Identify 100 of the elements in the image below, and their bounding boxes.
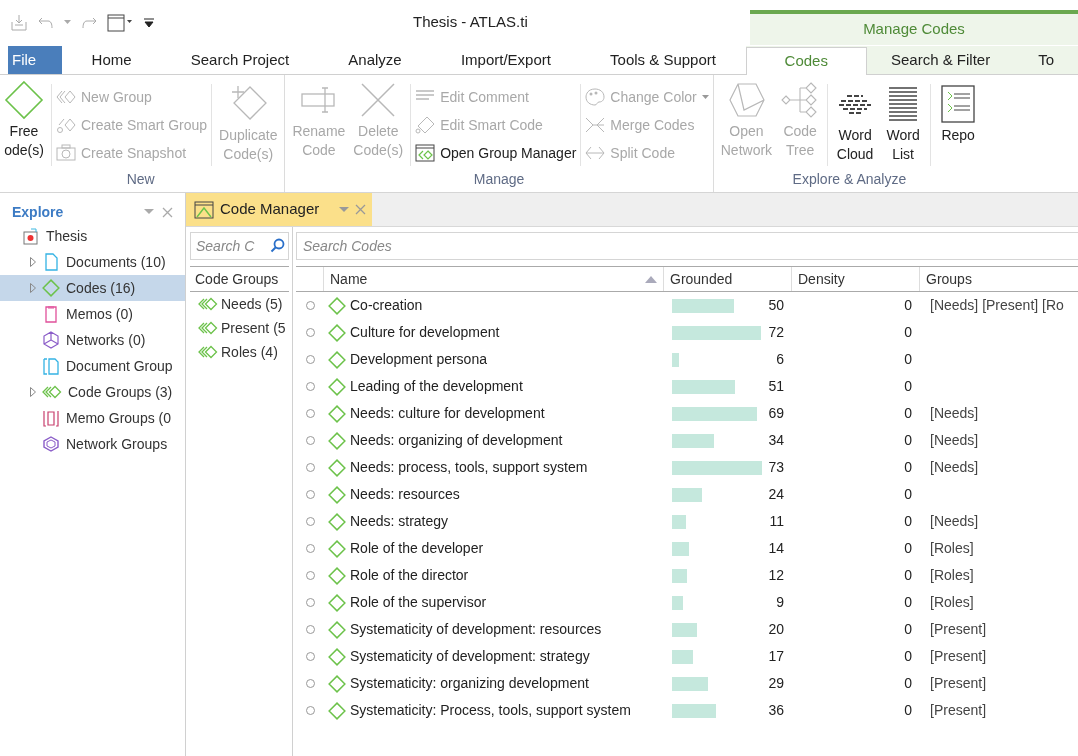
table-cell: [Roles]: [930, 567, 974, 583]
ribbon-tab[interactable]: To: [1014, 46, 1078, 74]
radio-button[interactable]: [305, 409, 315, 418]
table-cell-text: 20: [768, 620, 784, 639]
radio-button[interactable]: [305, 706, 315, 715]
table-cell-text: 73: [768, 458, 784, 477]
ribbon-button[interactable]: Word Cloud: [832, 84, 879, 166]
close-icon[interactable]: [162, 206, 173, 218]
radio-button[interactable]: [305, 436, 315, 445]
search-field[interactable]: Search C: [190, 232, 289, 260]
caret-icon[interactable]: [144, 209, 154, 215]
table-row[interactable]: Systematicity of development: resources 20 0 [Present]: [296, 616, 1078, 643]
column-header[interactable]: Density: [792, 267, 920, 291]
radio-button[interactable]: [305, 517, 315, 526]
tree-item[interactable]: Memos (0): [0, 301, 185, 327]
table-cell-text: Culture for development: [350, 323, 500, 342]
radio-button[interactable]: [305, 490, 315, 499]
radio-button[interactable]: [305, 679, 315, 688]
table-row[interactable]: Systematicity of development: strategy 17 0 [Present]: [296, 643, 1078, 670]
code-icon: [42, 279, 60, 297]
ribbon-tab[interactable]: Tools & Support: [586, 46, 740, 74]
close-icon[interactable]: [355, 204, 366, 215]
tree-item[interactable]: Codes (16): [0, 275, 185, 301]
code-group-item[interactable]: Present (5: [190, 316, 289, 340]
ribbon-tab[interactable]: File: [8, 46, 62, 74]
tree-item[interactable]: Network Groups: [0, 431, 185, 457]
table-row[interactable]: Systematicity: organizing development 29 0 [Present]: [296, 670, 1078, 697]
radio-button[interactable]: [305, 652, 315, 661]
table-row[interactable]: Development persona 6 0: [296, 346, 1078, 373]
panel-title: Explore: [12, 202, 65, 222]
table-cell-text: 0: [904, 404, 912, 423]
ribbon-button[interactable]: Free ode(s): [1, 80, 47, 170]
table-row[interactable]: Role of the developer 14 0 [Roles]: [296, 535, 1078, 562]
table-cell-text: 9: [776, 593, 784, 612]
ribbon-tab[interactable]: Import/Export: [436, 46, 575, 74]
ribbon-button[interactable]: Repo: [935, 84, 982, 166]
tree-item[interactable]: Memo Groups (0: [0, 405, 185, 431]
table-row[interactable]: Needs: organizing of development 34 0 [Needs]: [296, 427, 1078, 454]
tree-item[interactable]: Documents (10): [0, 249, 185, 275]
code-icon: [328, 647, 346, 666]
search-field[interactable]: Search Codes: [296, 232, 1078, 260]
table-row[interactable]: Co-creation 50 0 [Needs] [Present] [Ro: [296, 292, 1078, 319]
column-header[interactable]: Groups: [920, 267, 1078, 291]
radio-button[interactable]: [305, 544, 315, 553]
ribbon-button[interactable]: Word List: [880, 84, 927, 166]
search-icon[interactable]: [270, 238, 285, 253]
redo-icon[interactable]: [81, 15, 97, 30]
window-title: Thesis - ATLAS.ti: [413, 12, 528, 33]
table-cell-text: 0: [904, 485, 912, 504]
radio-button[interactable]: [305, 598, 315, 607]
table-row[interactable]: Needs: process, tools, support system 73 0 [Needs]: [296, 454, 1078, 481]
table-row[interactable]: Needs: culture for development 69 0 [Needs]: [296, 400, 1078, 427]
radio-button[interactable]: [305, 625, 315, 634]
code-icon: [328, 566, 346, 585]
table-cell-text: Needs: resources: [350, 485, 460, 504]
document-tab[interactable]: Code Manager: [186, 193, 372, 226]
customize-toolbar-icon[interactable]: [143, 16, 155, 29]
table-row[interactable]: Needs: strategy 11 0 [Needs]: [296, 508, 1078, 535]
code-group-icon: [42, 385, 62, 399]
radio-button[interactable]: [305, 328, 315, 337]
save-icon[interactable]: [10, 13, 28, 32]
radio-button[interactable]: [305, 382, 315, 391]
tree-item[interactable]: Code Groups (3): [0, 379, 185, 405]
table-row[interactable]: Systematicity: Process, tools, support system 36 0 [Present]: [296, 697, 1078, 724]
table-row[interactable]: Culture for development 72 0: [296, 319, 1078, 346]
radio-button[interactable]: [305, 355, 315, 364]
radio-button[interactable]: [305, 463, 315, 472]
grounded-bar: [672, 352, 680, 367]
code-icon: [328, 350, 346, 369]
caret-icon[interactable]: [64, 20, 71, 25]
ribbon-tab[interactable]: Search & Filter: [866, 46, 1015, 74]
radio-button[interactable]: [305, 301, 315, 310]
grounded-bar: [672, 622, 697, 637]
tree-item[interactable]: Document Group: [0, 353, 185, 379]
code-group-item[interactable]: Needs (5): [190, 292, 289, 316]
table-row[interactable]: Role of the director 12 0 [Roles]: [296, 562, 1078, 589]
column-header[interactable]: Grounded: [664, 267, 792, 291]
caret-icon[interactable]: [339, 206, 349, 213]
table-row[interactable]: Needs: resources 24 0: [296, 481, 1078, 508]
ribbon-button[interactable]: Open Group Manager: [415, 141, 577, 165]
column-header[interactable]: Name: [324, 267, 664, 291]
grounded-bar: [672, 298, 734, 313]
grounded-bar: [672, 649, 693, 664]
table-cell-text: 0: [904, 296, 912, 315]
ribbon-tab[interactable]: Home: [67, 46, 156, 74]
undo-icon[interactable]: [38, 15, 54, 30]
window-layout-icon[interactable]: [107, 13, 133, 32]
ribbon-tab[interactable]: Analyze: [324, 46, 426, 74]
table-row[interactable]: Leading of the development 51 0: [296, 373, 1078, 400]
tree-item[interactable]: Thesis: [0, 223, 185, 249]
table-cell-text: 50: [768, 296, 784, 315]
tree-item[interactable]: Networks (0): [0, 327, 185, 353]
table-cell-text: Systematicity of development: strategy: [350, 647, 590, 666]
ribbon-tab[interactable]: Search Project: [166, 46, 314, 74]
code-group-item[interactable]: Roles (4): [190, 340, 289, 364]
caret-icon: [701, 94, 709, 100]
radio-button[interactable]: [305, 571, 315, 580]
table-row[interactable]: Role of the supervisor 9 0 [Roles]: [296, 589, 1078, 616]
grounded-bar: [672, 676, 708, 691]
ribbon-tab[interactable]: Codes: [745, 47, 867, 75]
